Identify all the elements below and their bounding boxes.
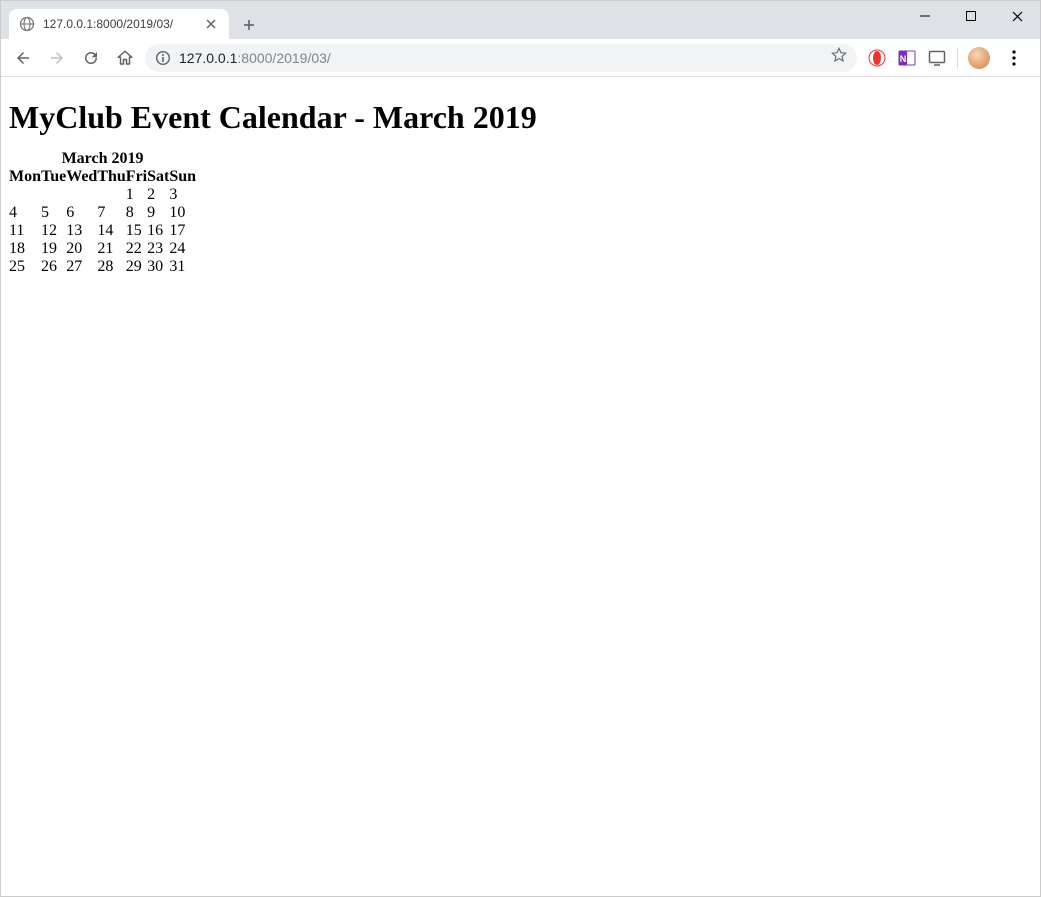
svg-text:N: N (900, 54, 907, 64)
back-button[interactable] (9, 44, 37, 72)
calendar-cell: 8 (126, 204, 147, 222)
url-path: :8000/2019/03/ (237, 50, 330, 66)
calendar-caption: March 2019 (9, 150, 196, 168)
screen-extension-icon[interactable] (927, 48, 947, 68)
weekday-header: Fri (126, 168, 147, 186)
new-tab-button[interactable] (235, 11, 263, 39)
calendar-cell: 10 (169, 204, 196, 222)
toolbar: 127.0.0.1:8000/2019/03/ N (1, 39, 1040, 77)
url-host: 127.0.0.1 (179, 50, 237, 66)
calendar-cell: 9 (147, 204, 169, 222)
calendar-cell: 1 (126, 186, 147, 204)
tab-strip: 127.0.0.1:8000/2019/03/ (1, 1, 263, 39)
forward-button[interactable] (43, 44, 71, 72)
bookmark-star-icon[interactable] (831, 47, 847, 68)
calendar-cell: 22 (126, 240, 147, 258)
calendar-row: 25 26 27 28 29 30 31 (9, 258, 196, 276)
calendar-cell: 20 (66, 240, 97, 258)
titlebar: 127.0.0.1:8000/2019/03/ (1, 1, 1040, 39)
calendar-cell: 27 (66, 258, 97, 276)
weekday-header: Thu (97, 168, 125, 186)
page-content: MyClub Event Calendar - March 2019 March… (1, 77, 1040, 896)
calendar-cell: 31 (169, 258, 196, 276)
calendar-cell: 7 (97, 204, 125, 222)
calendar-cell: 17 (169, 222, 196, 240)
calendar-body: 1 2 3 4 5 6 7 8 9 10 11 12 13 14 (9, 186, 196, 276)
close-tab-icon[interactable] (203, 16, 219, 32)
calendar-cell: 23 (147, 240, 169, 258)
toolbar-divider (957, 48, 958, 68)
address-bar[interactable]: 127.0.0.1:8000/2019/03/ (145, 44, 857, 72)
calendar-cell (41, 186, 66, 204)
close-window-button[interactable] (994, 1, 1040, 31)
calendar-cell: 15 (126, 222, 147, 240)
globe-icon (19, 16, 35, 32)
weekday-header: Mon (9, 168, 41, 186)
calendar-cell: 25 (9, 258, 41, 276)
reload-button[interactable] (77, 44, 105, 72)
extension-icons: N (863, 44, 1032, 72)
calendar-cell: 16 (147, 222, 169, 240)
calendar-cell: 13 (66, 222, 97, 240)
maximize-button[interactable] (948, 1, 994, 31)
calendar-cell: 24 (169, 240, 196, 258)
calendar-cell: 3 (169, 186, 196, 204)
profile-avatar[interactable] (968, 47, 990, 69)
weekday-header: Sun (169, 168, 196, 186)
site-info-icon[interactable] (155, 50, 171, 66)
calendar-cell: 21 (97, 240, 125, 258)
calendar-row: 18 19 20 21 22 23 24 (9, 240, 196, 258)
calendar-cell: 4 (9, 204, 41, 222)
url-text: 127.0.0.1:8000/2019/03/ (179, 50, 823, 66)
calendar-cell (66, 186, 97, 204)
calendar-cell: 14 (97, 222, 125, 240)
calendar-header-row: Mon Tue Wed Thu Fri Sat Sun (9, 168, 196, 186)
calendar-table: March 2019 Mon Tue Wed Thu Fri Sat Sun (9, 150, 196, 276)
calendar-cell (9, 186, 41, 204)
weekday-header: Wed (66, 168, 97, 186)
calendar-cell: 28 (97, 258, 125, 276)
calendar-cell: 26 (41, 258, 66, 276)
browser-tab[interactable]: 127.0.0.1:8000/2019/03/ (9, 9, 229, 39)
calendar-cell: 6 (66, 204, 97, 222)
calendar-cell: 11 (9, 222, 41, 240)
window-controls (902, 1, 1040, 31)
minimize-button[interactable] (902, 1, 948, 31)
opera-extension-icon[interactable] (867, 48, 887, 68)
calendar-cell: 30 (147, 258, 169, 276)
weekday-header: Sat (147, 168, 169, 186)
calendar-row: 1 2 3 (9, 186, 196, 204)
calendar-cell: 12 (41, 222, 66, 240)
calendar-cell: 5 (41, 204, 66, 222)
calendar-cell: 2 (147, 186, 169, 204)
calendar-cell: 29 (126, 258, 147, 276)
calendar-cell: 18 (9, 240, 41, 258)
onenote-extension-icon[interactable]: N (897, 48, 917, 68)
tab-title: 127.0.0.1:8000/2019/03/ (43, 17, 203, 31)
calendar-cell (97, 186, 125, 204)
calendar-row: 11 12 13 14 15 16 17 (9, 222, 196, 240)
browser-window: 127.0.0.1:8000/2019/03/ (0, 0, 1041, 897)
weekday-header: Tue (41, 168, 66, 186)
calendar-cell: 19 (41, 240, 66, 258)
calendar-row: 4 5 6 7 8 9 10 (9, 204, 196, 222)
menu-button[interactable] (1000, 44, 1028, 72)
page-heading: MyClub Event Calendar - March 2019 (9, 99, 1032, 136)
home-button[interactable] (111, 44, 139, 72)
